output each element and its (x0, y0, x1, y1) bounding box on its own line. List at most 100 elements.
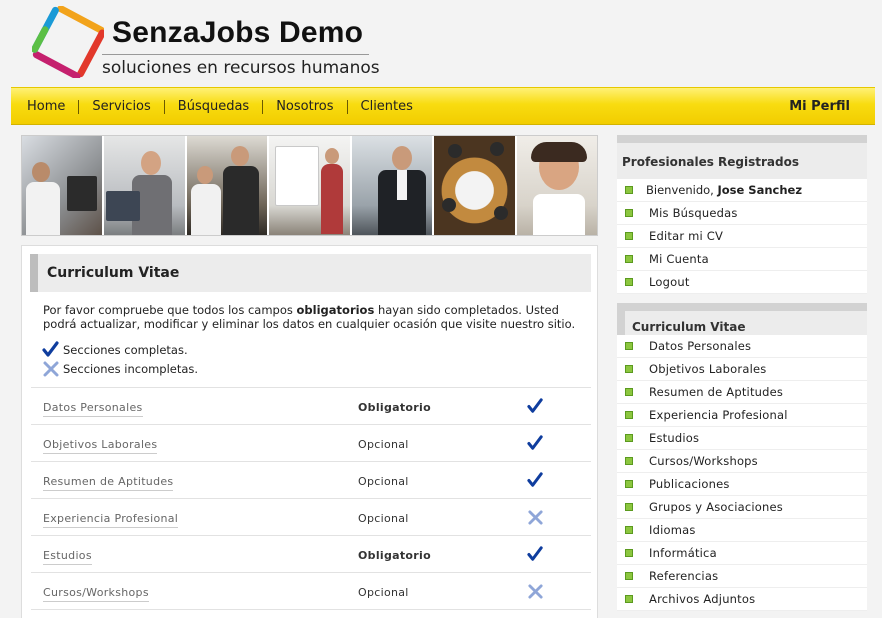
cv-section-link[interactable]: Cursos/Workshops (43, 586, 149, 602)
sidebar-item-objetivos-laborales[interactable]: Objetivos Laborales (617, 358, 867, 381)
welcome-prefix: Bienvenido, (646, 183, 714, 197)
sidebar-item-mi-cuenta[interactable]: Mi Cuenta (617, 248, 867, 271)
nav-item-clientes[interactable]: Clientes (346, 100, 426, 114)
cv-section-link[interactable]: Estudios (43, 549, 92, 565)
welcome-row: Bienvenido, Jose Sanchez (617, 179, 867, 202)
sidebar-item-label: Mi Cuenta (649, 252, 709, 266)
sidebar-item-datos-personales[interactable]: Datos Personales (617, 335, 867, 358)
welcome-text: Bienvenido, Jose Sanchez (646, 183, 802, 197)
sidebar-item-label: Archivos Adjuntos (649, 592, 756, 606)
sidebar-item-estudios[interactable]: Estudios (617, 427, 867, 450)
sidebar-item-label: Experiencia Profesional (649, 408, 788, 422)
cv-section-link[interactable]: Experiencia Profesional (43, 512, 179, 528)
check-icon (42, 341, 59, 357)
sidebar-item-label: Datos Personales (649, 339, 752, 353)
cv-requirement: Obligatorio (358, 549, 431, 562)
page-title: Curriculum Vitae (47, 265, 180, 281)
square-bullet-icon (625, 255, 633, 263)
cv-requirement: Obligatorio (358, 401, 431, 414)
cross-icon (43, 361, 59, 377)
nav-item-nosotros[interactable]: Nosotros (262, 100, 346, 114)
square-bullet-icon (625, 572, 633, 580)
page: SenzaJobs Demo soluciones en recursos hu… (0, 0, 882, 618)
sidebar-item-experiencia-profesional[interactable]: Experiencia Profesional (617, 404, 867, 427)
cross-icon (528, 584, 543, 599)
cv-section-link[interactable]: Datos Personales (43, 401, 143, 417)
sidebar-item-label: Idiomas (649, 523, 696, 537)
sidebar-item-editar-cv[interactable]: Editar mi CV (617, 225, 867, 248)
square-bullet-icon (625, 278, 633, 286)
sidebar-item-cursos-workshops[interactable]: Cursos/Workshops (617, 450, 867, 473)
nav-item-busquedas[interactable]: Búsquedas (163, 100, 262, 114)
sidebar-item-logout[interactable]: Logout (617, 271, 867, 294)
nav-item-home[interactable]: Home (27, 100, 78, 114)
cv-section-link[interactable]: Objetivos Laborales (43, 438, 158, 454)
cv-section-link[interactable]: Resumen de Aptitudes (43, 475, 174, 491)
photo-banner (21, 135, 598, 236)
sidebar-item-informatica[interactable]: Informática (617, 542, 867, 565)
sidebar-item-label: Grupos y Asociaciones (649, 500, 783, 514)
sidebar-item-mis-busquedas[interactable]: Mis Búsquedas (617, 202, 867, 225)
check-icon (527, 546, 543, 561)
sidebar-item-label: Logout (649, 275, 690, 289)
nav-item-servicios[interactable]: Servicios (78, 100, 163, 114)
square-bullet-icon (625, 457, 633, 465)
sidebar-item-archivos-adjuntos[interactable]: Archivos Adjuntos (617, 588, 867, 611)
square-bullet-icon (625, 342, 633, 350)
square-bullet-icon (625, 434, 633, 442)
sidebar-item-label: Mis Búsquedas (649, 206, 738, 220)
square-bullet-icon (625, 365, 633, 373)
square-bullet-icon (625, 411, 633, 419)
banner-photo-office-worker (22, 136, 105, 235)
square-bullet-icon (625, 595, 633, 603)
square-bullet-icon (625, 503, 633, 511)
cv-instructions: Por favor compruebe que todos los campos… (43, 303, 583, 331)
cv-requirement: Opcional (358, 438, 409, 451)
table-row: Resumen de Aptitudes Opcional (31, 461, 591, 498)
cv-sections-box: Curriculum Vitae Datos Personales Objeti… (617, 303, 867, 611)
legend-incomplete-label: Secciones incompletas. (63, 362, 199, 376)
sidebar-item-grupos-asociaciones[interactable]: Grupos y Asociaciones (617, 496, 867, 519)
table-row: Datos Personales Obligatorio (31, 387, 591, 424)
legend-complete-label: Secciones completas. (63, 343, 188, 357)
sidebar-item-idiomas[interactable]: Idiomas (617, 519, 867, 542)
sidebar-item-label: Estudios (649, 431, 700, 445)
table-row-divider (31, 609, 591, 611)
table-row: Objetivos Laborales Opcional (31, 424, 591, 461)
sidebar-item-publicaciones[interactable]: Publicaciones (617, 473, 867, 496)
square-bullet-icon (625, 186, 633, 194)
table-row: Estudios Obligatorio (31, 535, 591, 572)
sidebar-item-label: Informática (649, 546, 717, 560)
banner-photo-businessman (351, 136, 435, 235)
legend-complete: Secciones completas. (42, 341, 188, 359)
cv-requirement: Opcional (358, 475, 409, 488)
brand-title: SenzaJobs Demo (112, 16, 364, 49)
banner-photo-presentation (269, 136, 352, 235)
cv-panel: Curriculum Vitae Por favor compruebe que… (21, 245, 598, 618)
legend-incomplete: Secciones incompletas. (42, 360, 198, 378)
brand-divider (102, 54, 369, 55)
cross-icon (528, 510, 543, 525)
check-icon (527, 472, 543, 487)
square-bullet-icon (625, 480, 633, 488)
sidebar-item-label: Referencias (649, 569, 719, 583)
sidebar-item-referencias[interactable]: Referencias (617, 565, 867, 588)
cv-instructions-emphasis: obligatorios (296, 303, 375, 317)
banner-photo-meeting-table (434, 136, 517, 235)
banner-photo-woman-desk (104, 136, 187, 235)
sidebar-item-resumen-aptitudes[interactable]: Resumen de Aptitudes (617, 381, 867, 404)
nav-list: Home Servicios Búsquedas Nosotros Client… (27, 88, 426, 126)
banner-photo-team (186, 136, 270, 235)
square-bullet-icon (625, 526, 633, 534)
cv-sections-table: Datos Personales Obligatorio Objetivos L… (31, 387, 591, 611)
cv-box-header: Curriculum Vitae (617, 303, 867, 335)
sidebar-item-label: Publicaciones (649, 477, 730, 491)
registered-box-title: Profesionales Registrados (622, 155, 799, 169)
logo-icon (32, 6, 104, 78)
check-icon (527, 435, 543, 450)
registered-professionals-box: Profesionales Registrados Bienvenido, Jo… (617, 135, 867, 294)
square-bullet-icon (625, 388, 633, 396)
nav-item-mi-perfil[interactable]: Mi Perfil (789, 99, 850, 114)
main-navbar: Home Servicios Búsquedas Nosotros Client… (11, 87, 875, 125)
cv-box-title: Curriculum Vitae (632, 320, 746, 334)
